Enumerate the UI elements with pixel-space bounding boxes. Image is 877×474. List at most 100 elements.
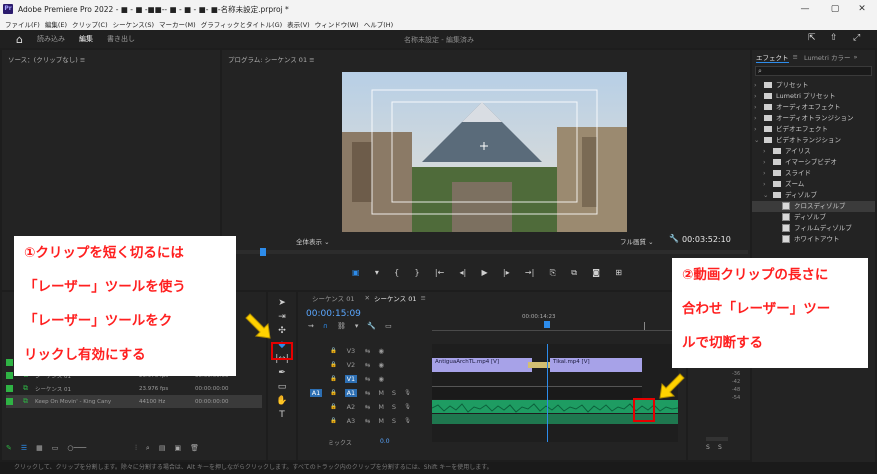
project-row[interactable]: ⧉ シーケンス 01 23.976 fps 00:00:00:00 (6, 382, 262, 395)
effects-item[interactable]: › オーディオエフェクト (752, 102, 875, 113)
chevron-right-icon[interactable]: › (754, 102, 764, 113)
chevron-down-icon[interactable]: ⌄ (763, 190, 773, 201)
effects-item[interactable]: › スライド (752, 168, 875, 179)
effects-item[interactable]: ディゾルブ (752, 212, 875, 223)
lock-icon[interactable]: 🔒 (330, 348, 337, 354)
project-row[interactable]: ⧉ Keep On Movin' - King Cany 44100 Hz 00:00… (6, 395, 262, 408)
solo-button[interactable]: S (392, 389, 396, 397)
export-frame-icon[interactable]: ◙ (592, 268, 600, 282)
mark-out-icon[interactable]: { (394, 268, 399, 282)
mix-value[interactable]: 0.0 (380, 438, 390, 445)
track-area[interactable]: AntiguaArchTL.mp4 [V] Tikal.mp4 [V] (431, 344, 679, 442)
lock-icon[interactable]: 🔒 (330, 390, 337, 396)
effects-item[interactable]: › ズーム (752, 179, 875, 190)
trash-icon[interactable]: 🗑 (190, 444, 199, 452)
hand-tool-icon[interactable]: ✋ (276, 396, 287, 406)
track-header[interactable]: 🔒 V3 ⇆ ◉ (298, 344, 432, 358)
list-view-icon[interactable]: ☰ (21, 444, 27, 452)
effects-item[interactable]: › プリセット (752, 80, 875, 91)
tab-effects[interactable]: エフェクト (756, 52, 789, 63)
mute-button[interactable]: M (378, 417, 384, 425)
mic-icon[interactable]: 🎙 (404, 418, 411, 424)
sync-icon[interactable]: ⇆ (365, 389, 370, 397)
sync-icon[interactable]: ⇆ (365, 403, 370, 411)
lock-icon[interactable]: 🔒 (330, 418, 337, 424)
eye-icon[interactable]: ◉ (378, 361, 384, 369)
chevron-right-icon[interactable]: › (763, 168, 773, 179)
button-editor-icon[interactable]: ⊞ (615, 268, 622, 282)
workspace-import[interactable]: 読み込み (37, 34, 65, 44)
go-to-out-icon[interactable]: →| (525, 268, 534, 282)
wrench-icon[interactable]: 🔧 (669, 234, 679, 243)
pen-tool-icon[interactable]: ✒ (278, 368, 286, 378)
chevron-down-icon[interactable]: ⌄ (754, 135, 764, 146)
meter-solo-left[interactable]: S (706, 444, 710, 451)
track-name[interactable]: A1 (344, 389, 357, 397)
quick-export-icon[interactable]: ⇱ (808, 33, 816, 43)
zoom-slider[interactable]: ○─── (67, 444, 86, 452)
tab-sequence-01-a[interactable]: シーケンス 01 (312, 293, 355, 303)
effects-item[interactable]: › ビデオエフェクト (752, 124, 875, 135)
track-header[interactable]: A1 🔒 A1 ⇆ M S 🎙 (298, 386, 432, 400)
fullscreen-icon[interactable]: ⤢ (853, 33, 860, 43)
workspace-export[interactable]: 書き出し (107, 34, 135, 44)
effects-item[interactable]: ⌄ ディゾルブ (752, 190, 875, 201)
sync-icon[interactable]: ⇆ (365, 375, 370, 383)
timeline-timecode[interactable]: 00:00:15:09 (306, 309, 361, 319)
track-name[interactable]: V3 (345, 347, 357, 355)
chevron-right-icon[interactable]: › (754, 113, 764, 124)
maximize-button[interactable]: ▢ (820, 0, 850, 18)
ripple-edit-tool-icon[interactable]: ✣ (278, 326, 286, 336)
menu-sequence[interactable]: シーケンス(S) (113, 19, 154, 29)
track-name[interactable]: V1 (344, 375, 357, 383)
solo-button[interactable]: S (392, 417, 396, 425)
menu-view[interactable]: 表示(V) (287, 19, 310, 29)
menu-help[interactable]: ヘルプ(H) (364, 19, 393, 29)
chevron-right-icon[interactable]: › (763, 179, 773, 190)
mute-button[interactable]: M (378, 389, 384, 397)
menu-window[interactable]: ウィンドウ(W) (315, 19, 359, 29)
effects-item[interactable]: ⌄ ビデオトランジション (752, 135, 875, 146)
program-scrubber[interactable] (224, 248, 748, 256)
workspace-edit[interactable]: 編集 (79, 34, 93, 44)
track-select-tool-icon[interactable]: ⇥ (278, 312, 286, 322)
tab-sequence-01-b[interactable]: シーケンス 01 (374, 293, 417, 303)
share-icon[interactable]: ⇧ (830, 33, 838, 43)
lock-icon[interactable]: 🔒 (330, 362, 337, 368)
effects-item[interactable]: › オーディオトランジション (752, 113, 875, 124)
effects-item[interactable]: › アイリス (752, 146, 875, 157)
minimize-button[interactable]: — (790, 0, 820, 18)
snap-icon[interactable]: ∩ (323, 322, 328, 332)
clip-tikal[interactable]: Tikal.mp4 [V] (550, 358, 642, 372)
track-source-patch[interactable]: A1 (310, 389, 322, 397)
program-video-frame[interactable] (342, 72, 627, 232)
effects-item[interactable]: › イマーシブビデオ (752, 157, 875, 168)
lock-icon[interactable]: 🔒 (330, 376, 337, 382)
mark-out-brace-icon[interactable]: } (414, 268, 419, 282)
pencil-icon[interactable]: ✎ (6, 444, 12, 452)
timeline-playhead-handle[interactable] (544, 321, 550, 328)
mic-icon[interactable]: 🎙 (404, 390, 411, 396)
mic-icon[interactable]: 🎙 (404, 404, 411, 410)
effects-item[interactable]: フィルムディゾルブ (752, 223, 875, 234)
sync-icon[interactable]: ⇆ (365, 347, 370, 355)
icon-view-icon[interactable]: ▦ (36, 444, 43, 452)
chevron-right-icon[interactable]: › (754, 124, 764, 135)
label-color-swatch[interactable] (6, 372, 13, 379)
rectangle-tool-icon[interactable]: ▭ (278, 382, 287, 392)
captions-icon[interactable]: ▭ (385, 322, 392, 332)
freeform-view-icon[interactable]: ▭ (52, 444, 59, 452)
solo-button[interactable]: S (392, 403, 396, 411)
type-tool-icon[interactable]: T (279, 410, 285, 420)
home-icon[interactable]: ⌂ (16, 33, 23, 46)
menu-clip[interactable]: クリップ(C) (72, 19, 108, 29)
track-name[interactable]: V2 (345, 361, 357, 369)
sort-icon[interactable]: ⫶ (135, 444, 137, 453)
play-icon[interactable]: ▶ (481, 268, 487, 282)
step-forward-icon[interactable]: |▸ (503, 268, 510, 282)
meter-solo-right[interactable]: S (718, 444, 722, 451)
menu-file[interactable]: ファイル(F) (5, 19, 40, 29)
track-header[interactable]: 🔒 V2 ⇆ ◉ (298, 358, 432, 372)
effects-item[interactable]: ホワイトアウト (752, 234, 875, 245)
timeline-settings-icon[interactable]: 🔧 (367, 322, 376, 332)
